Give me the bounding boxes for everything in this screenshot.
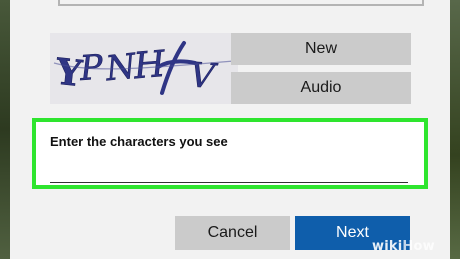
new-captcha-button[interactable]: New: [231, 33, 411, 65]
captcha-image: Y P N H V: [50, 33, 238, 104]
captcha-input-label: Enter the characters you see: [50, 134, 228, 149]
cancel-button[interactable]: Cancel: [175, 216, 290, 250]
watermark-wiki: wiki: [372, 239, 403, 254]
audio-captcha-button[interactable]: Audio: [231, 72, 411, 104]
background-right: [450, 0, 460, 259]
previous-field-edge: [58, 0, 424, 6]
captcha-dialog: Y P N H V New Audio Enter the characters…: [10, 0, 450, 259]
captcha-input[interactable]: [50, 156, 408, 183]
background-left: [0, 0, 10, 259]
captcha-input-group: Enter the characters you see: [32, 118, 428, 189]
wikihow-watermark: wikiHow: [372, 239, 435, 254]
watermark-how: How: [402, 239, 435, 254]
